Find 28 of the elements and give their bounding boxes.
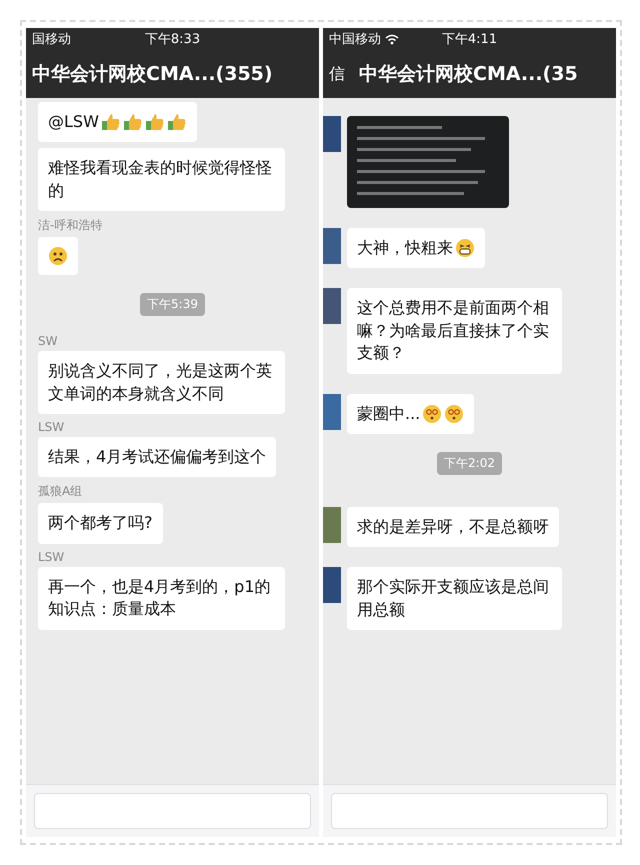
- message-text: 难怪我看现金表的时候觉得怪怪的: [48, 157, 273, 202]
- message-input-field[interactable]: [34, 793, 311, 829]
- clock-label: 下午4:11: [442, 31, 498, 48]
- timestamp: 下午5:39: [140, 293, 205, 316]
- message-text: 结果，4月考试还偏偏考到这个: [48, 446, 266, 468]
- sender-name: LSW: [38, 550, 66, 564]
- message-text: 再一个，也是4月考到的，p1的知识点：质量成本: [48, 576, 272, 620]
- sender-name: SW: [38, 334, 58, 348]
- sender-name: 洁-呼和浩特: [38, 217, 102, 234]
- message-text: 这个总费用不是前面两个相嘛？为啥最后直接抹了个实支额？: [357, 297, 550, 364]
- message-text: 别说含义不同了，光是这两个英文单词的本身就含义不同: [48, 360, 273, 405]
- message-text: 那个实际开支额应该是总间用总额: [357, 576, 550, 621]
- message-input-field[interactable]: [331, 793, 608, 829]
- carrier-label: 中国移动: [329, 31, 381, 48]
- chat-title: 中华会计网校CMA...(35: [359, 62, 578, 87]
- carrier-label: 国移动: [32, 31, 71, 48]
- sender-name: LSW: [38, 420, 66, 434]
- message-text: @LSW: [48, 111, 99, 133]
- message-text: 蒙圈中...: [357, 402, 420, 425]
- clock-label: 下午8:33: [144, 31, 200, 48]
- image-placeholder[interactable]: [347, 116, 509, 208]
- message-text: 两个都考了吗?: [48, 512, 152, 534]
- message-text: 求的是差异呀，不是总额呀: [357, 516, 549, 538]
- timestamp: 下午2:02: [437, 452, 502, 475]
- sender-name: 孤狼A组: [38, 483, 84, 500]
- chat-title: 中华会计网校CMA...(355): [32, 62, 273, 87]
- message-text: 大神，快粗来: [357, 237, 453, 259]
- back-link[interactable]: 信: [329, 64, 345, 84]
